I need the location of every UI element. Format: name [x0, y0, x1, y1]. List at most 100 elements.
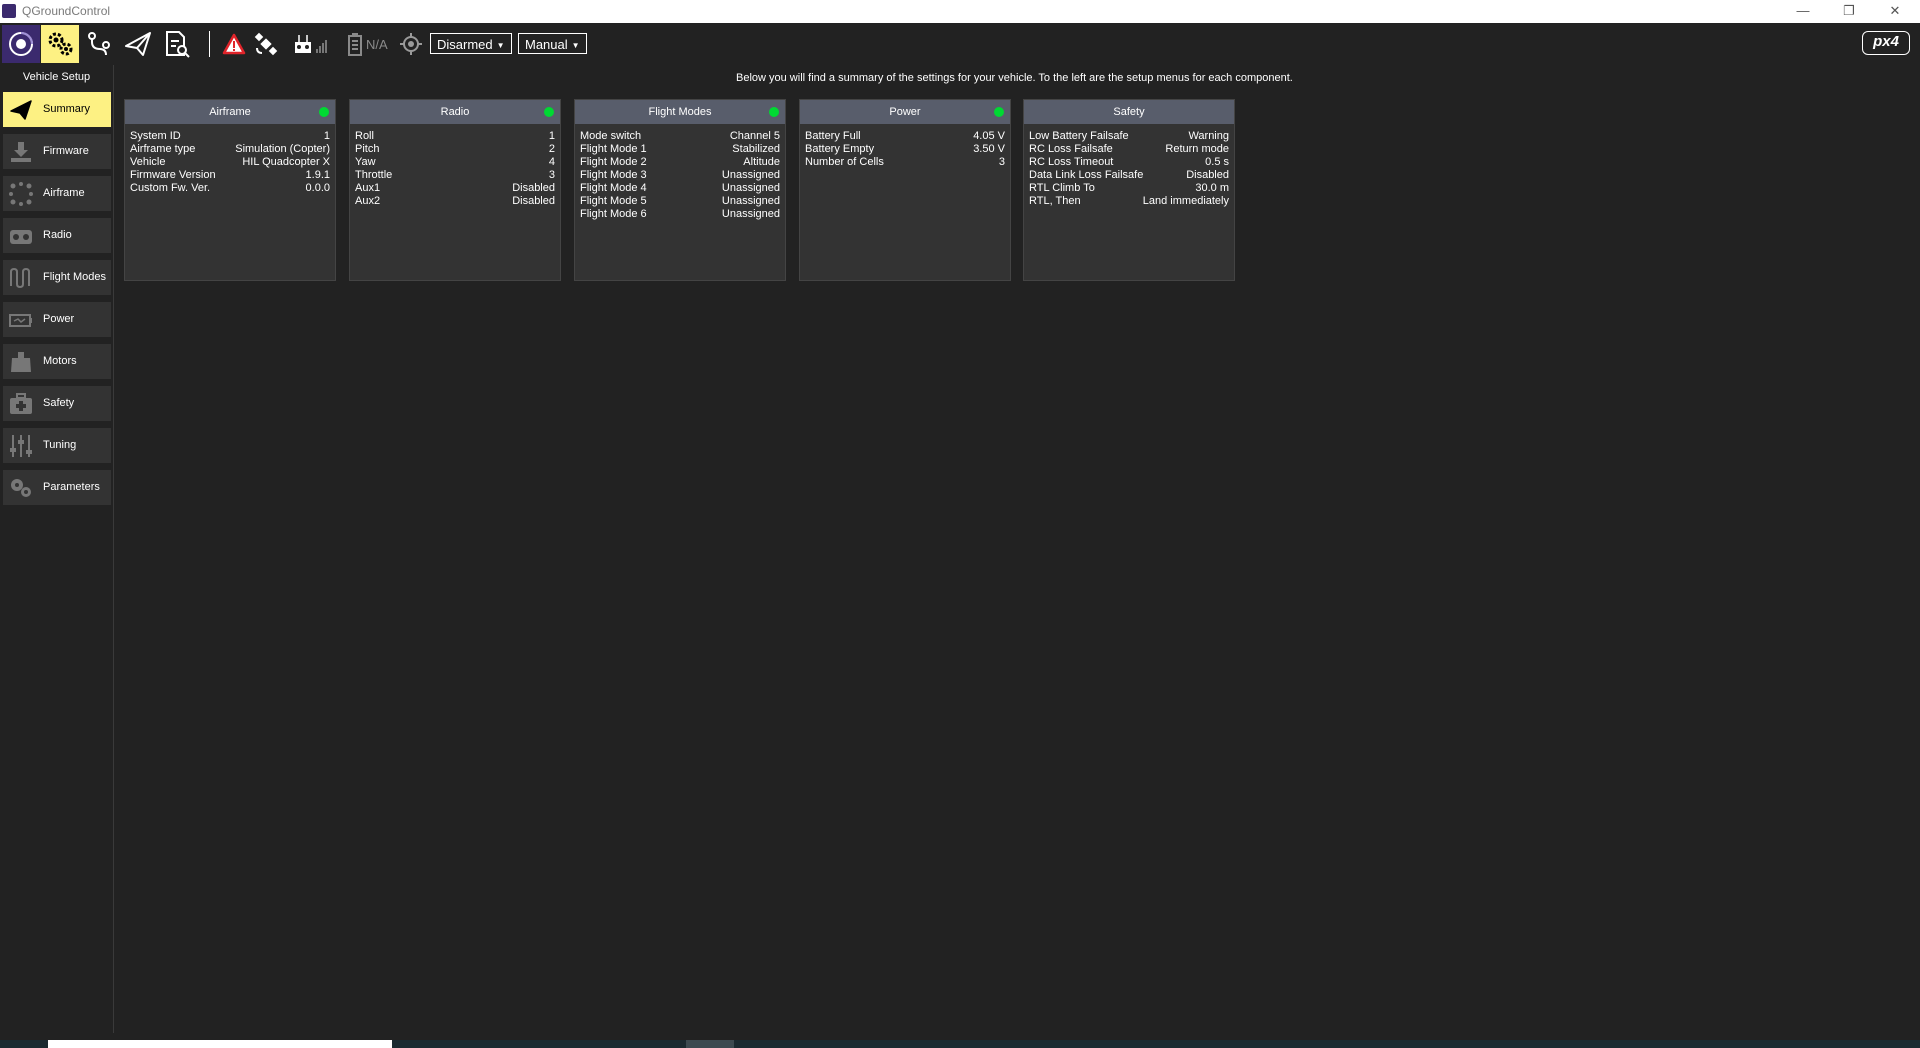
battery-indicator[interactable]: N/A	[348, 30, 388, 58]
restore-button[interactable]: ❐	[1826, 1, 1872, 21]
row-label: Flight Mode 5	[580, 195, 647, 207]
sidebar-item-label: Flight Modes	[43, 271, 106, 283]
close-button[interactable]: ✕	[1872, 1, 1918, 21]
flight-mode-value: Manual	[525, 37, 568, 52]
taskbar-search-box[interactable]	[48, 1040, 392, 1048]
sidebar-item-firmware[interactable]: Firmware	[3, 134, 111, 169]
radio-summary-card[interactable]: Radio Roll 1 Pitch 2 Yaw 4 Throttle 3 Aux1 Di…	[349, 99, 561, 281]
flight-mode-dropdown[interactable]: Manual ▼	[518, 33, 587, 54]
summary-row: System ID 1	[130, 130, 330, 143]
arm-state-dropdown[interactable]: Disarmed ▼	[430, 33, 512, 54]
satellite-icon	[254, 32, 278, 56]
row-label: Throttle	[355, 169, 393, 181]
sidebar-item-flight-modes[interactable]: Flight Modes	[3, 260, 111, 295]
row-value: Unassigned	[721, 169, 780, 181]
chevron-down-icon: ▼	[571, 41, 580, 51]
sidebar-item-label: Firmware	[43, 145, 89, 157]
gears-icon	[11, 479, 31, 497]
row-value: 0.5 s	[1205, 156, 1229, 168]
radio-transmitter-icon	[10, 230, 32, 244]
sidebar-item-label: Power	[43, 313, 75, 325]
row-value: Altitude	[743, 156, 780, 168]
row-label: Battery Full	[805, 130, 861, 142]
vehicle-setup-button[interactable]	[41, 25, 79, 63]
sidebar-item-summary[interactable]: Summary	[3, 92, 111, 127]
card-header[interactable]: Safety	[1024, 100, 1234, 124]
sidebar-item-airframe[interactable]: Airframe	[3, 176, 111, 211]
row-label: Flight Mode 1	[580, 143, 647, 155]
sidebar-item-power[interactable]: Power	[3, 302, 111, 337]
row-label: RC Loss Failsafe	[1029, 143, 1113, 155]
card-header[interactable]: Airframe	[125, 100, 335, 124]
row-value: Land immediately	[1142, 195, 1229, 207]
row-label: Yaw	[355, 156, 376, 168]
summary-row: Firmware Version 1.9.1	[130, 169, 330, 182]
plan-waypoints-icon	[88, 32, 110, 56]
row-label: RC Loss Timeout	[1029, 156, 1114, 168]
rtk-gps-indicator[interactable]	[399, 30, 423, 58]
card-header[interactable]: Power	[800, 100, 1010, 124]
row-value: Disabled	[512, 182, 555, 194]
rc-rssi-indicator[interactable]	[294, 30, 328, 58]
flight-modes-summary-card[interactable]: Flight Modes Mode switch Channel 5 Flight…	[574, 99, 786, 281]
window-titlebar: QGroundControl — ❐ ✕	[0, 0, 1920, 24]
row-value: Channel 5	[729, 130, 780, 142]
card-title: Safety	[1113, 106, 1145, 118]
sidebar-item-motors[interactable]: Motors	[3, 344, 111, 379]
vehicle-setup-sidebar: Vehicle Setup Summary Firmware Airframe …	[0, 65, 114, 1033]
sidebar-item-radio[interactable]: Radio	[3, 218, 111, 253]
paper-plane-icon	[10, 100, 32, 120]
summary-row: Aux1 Disabled	[355, 182, 555, 195]
row-label: Battery Empty	[805, 143, 875, 155]
summary-row: Flight Mode 3 Unassigned	[580, 169, 780, 182]
plan-view-button[interactable]	[80, 25, 118, 63]
gps-indicator[interactable]	[254, 30, 278, 58]
summary-row: Low Battery Failsafe Warning	[1029, 130, 1229, 143]
row-value: 2	[548, 143, 555, 155]
qgc-home-button[interactable]	[2, 25, 40, 63]
window-title: QGroundControl	[22, 4, 111, 18]
card-header[interactable]: Radio	[350, 100, 560, 124]
sidebar-item-label: Safety	[43, 397, 75, 409]
message-indicator[interactable]	[222, 30, 246, 58]
row-value: 1	[548, 130, 555, 142]
airframe-summary-card[interactable]: Airframe System ID 1 Airframe type Simulat…	[124, 99, 336, 281]
row-label: Pitch	[355, 143, 380, 155]
row-value: Unassigned	[721, 195, 780, 207]
card-header[interactable]: Flight Modes	[575, 100, 785, 124]
row-label: Number of Cells	[805, 156, 884, 168]
row-value: 1.9.1	[305, 169, 330, 181]
row-value: Warning	[1188, 130, 1229, 142]
safety-summary-card[interactable]: Safety Low Battery Failsafe Warning RC Lo…	[1023, 99, 1235, 281]
row-value: HIL Quadcopter X	[242, 156, 330, 168]
summary-row: Mode switch Channel 5	[580, 130, 780, 143]
minimize-button[interactable]: —	[1780, 1, 1826, 21]
summary-row: Pitch 2	[355, 143, 555, 156]
sidebar-item-label: Tuning	[43, 439, 77, 451]
sidebar-item-safety[interactable]: Safety	[3, 386, 111, 421]
sidebar-item-parameters[interactable]: Parameters	[3, 470, 111, 505]
summary-row: Airframe type Simulation (Copter)	[130, 143, 330, 156]
row-value: Stabilized	[732, 143, 780, 155]
row-value: 3	[548, 169, 555, 181]
sidebar-item-label: Motors	[43, 355, 77, 367]
power-summary-card[interactable]: Power Battery Full 4.05 V Battery Empty 3.…	[799, 99, 1011, 281]
fly-view-button[interactable]	[119, 25, 157, 63]
summary-row: Number of Cells 3	[805, 156, 1005, 169]
status-ok-indicator	[544, 107, 554, 117]
card-title: Flight Modes	[648, 106, 712, 118]
row-label: Data Link Loss Failsafe	[1029, 169, 1144, 181]
row-label: Low Battery Failsafe	[1029, 130, 1129, 142]
taskbar-active-app[interactable]	[686, 1040, 734, 1048]
sidebar-item-tuning[interactable]: Tuning	[3, 428, 111, 463]
summary-row: RTL Climb To 30.0 m	[1029, 182, 1229, 195]
row-label: Flight Mode 3	[580, 169, 647, 181]
battery-value: N/A	[366, 36, 388, 52]
download-icon	[11, 142, 31, 162]
analyze-view-button[interactable]	[158, 25, 196, 63]
row-label: Aux2	[355, 195, 381, 207]
summary-row: Custom Fw. Ver. 0.0.0	[130, 182, 330, 195]
row-value: Disabled	[512, 195, 555, 207]
arm-state-value: Disarmed	[437, 37, 493, 52]
summary-row: Yaw 4	[355, 156, 555, 169]
